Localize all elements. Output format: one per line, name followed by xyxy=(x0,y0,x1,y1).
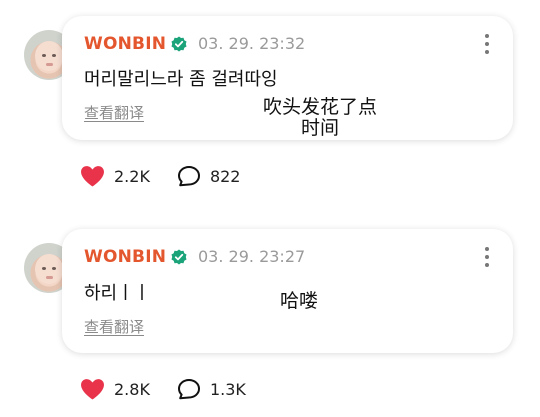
timestamp: 03. 29. 23:32 xyxy=(198,34,306,53)
reaction-bar: 2.8K 1.3K xyxy=(80,377,246,401)
reaction-bar: 2.2K 822 xyxy=(80,164,240,188)
heart-icon[interactable] xyxy=(80,165,105,187)
timestamp: 03. 29. 23:27 xyxy=(198,247,306,266)
translate-link[interactable]: 查看翻译 xyxy=(84,316,144,337)
message-text: 하리ㅣㅣ xyxy=(84,283,151,304)
more-options-icon[interactable] xyxy=(485,247,489,271)
comment-icon[interactable] xyxy=(177,165,201,187)
heart-icon[interactable] xyxy=(80,378,105,400)
comment-icon[interactable] xyxy=(177,378,201,400)
more-options-icon[interactable] xyxy=(485,34,489,58)
comment-count: 822 xyxy=(209,166,241,186)
author-name[interactable]: WONBIN xyxy=(84,34,166,54)
message-text: 머리말리느라 좀 걸려따잉 xyxy=(84,69,278,90)
message-bubble: WONBIN 03. 29. 23:32 머리말리느라 좀 걸려따잉 查看翻译 … xyxy=(62,16,513,140)
translation-overlay: 哈喽 xyxy=(280,290,319,312)
author-name[interactable]: WONBIN xyxy=(84,247,166,267)
comment-count: 1.3K xyxy=(209,379,246,399)
message-bubble: WONBIN 03. 29. 23:27 하리ㅣㅣ 查看翻译 哈喽 xyxy=(62,229,513,353)
translation-overlay: 吹头发花了点 时间 xyxy=(263,96,378,139)
verified-icon xyxy=(171,36,187,52)
verified-icon xyxy=(171,249,187,265)
translate-link[interactable]: 查看翻译 xyxy=(84,102,144,123)
like-count: 2.2K xyxy=(114,166,150,186)
like-count: 2.8K xyxy=(114,379,150,399)
